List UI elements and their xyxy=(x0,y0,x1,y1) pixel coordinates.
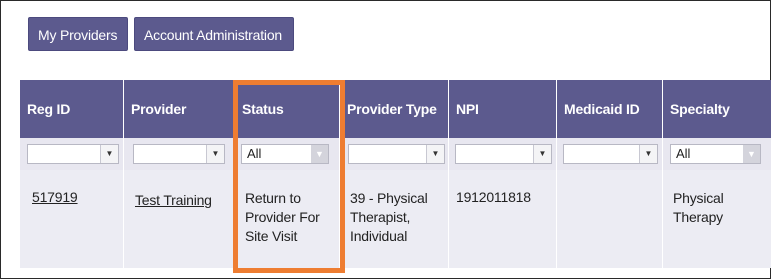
cell-provider-type-line: Therapist, xyxy=(350,209,411,225)
cell-provider-type-line: 39 - Physical xyxy=(350,190,428,206)
col-header-provider-type[interactable]: Provider Type xyxy=(340,80,447,138)
filter-icon[interactable]: ▼ xyxy=(639,145,657,163)
cell-specialty: Physical Therapy xyxy=(673,189,724,227)
filter-row: ▼ ▼ All ▼ ▼ ▼ ▼ All ▼ xyxy=(20,138,771,170)
filter-specialty-value: All xyxy=(676,146,691,161)
cell-npi: 1912011818 xyxy=(456,189,531,205)
column-divider xyxy=(662,80,663,268)
cell-provider[interactable]: Test Training xyxy=(135,191,212,210)
col-header-provider[interactable]: Provider xyxy=(124,80,227,138)
filter-npi-input[interactable]: ▼ xyxy=(455,144,552,164)
column-divider xyxy=(556,80,557,268)
filter-medicaid-id-input[interactable]: ▼ xyxy=(563,144,658,164)
nav-tabs: My Providers Account Administration xyxy=(28,17,294,51)
filter-icon[interactable]: ▼ xyxy=(100,145,118,163)
cell-specialty-line: Physical xyxy=(673,190,724,206)
filter-icon[interactable]: ▼ xyxy=(426,145,444,163)
filter-icon[interactable]: ▼ xyxy=(533,145,551,163)
cell-provider-type: 39 - Physical Therapist, Individual xyxy=(350,189,428,246)
status-column-highlight xyxy=(233,80,345,273)
column-divider xyxy=(123,80,124,268)
col-header-npi[interactable]: NPI xyxy=(449,80,555,138)
col-header-reg-id[interactable]: Reg ID xyxy=(20,80,123,138)
filter-provider-type-input[interactable]: ▼ xyxy=(348,144,445,164)
tab-account-administration[interactable]: Account Administration xyxy=(134,17,294,51)
header-row: Reg ID Provider Status Provider Type NPI… xyxy=(20,80,771,138)
col-header-medicaid-id[interactable]: Medicaid ID xyxy=(557,80,661,138)
column-divider xyxy=(448,80,449,268)
filter-icon[interactable]: ▼ xyxy=(206,145,224,163)
cell-specialty-line: Therapy xyxy=(673,209,723,225)
page-frame: My Providers Account Administration Reg … xyxy=(0,0,771,279)
cell-reg-id[interactable]: 517919 xyxy=(32,188,78,207)
tab-my-providers[interactable]: My Providers xyxy=(28,17,128,51)
chevron-down-icon[interactable]: ▼ xyxy=(743,145,760,163)
filter-specialty-select[interactable]: All ▼ xyxy=(670,144,761,164)
filter-reg-id-input[interactable]: ▼ xyxy=(27,144,119,164)
col-header-specialty[interactable]: Specialty xyxy=(663,80,771,138)
cell-provider-type-line: Individual xyxy=(350,228,408,244)
filter-provider-input[interactable]: ▼ xyxy=(133,144,225,164)
